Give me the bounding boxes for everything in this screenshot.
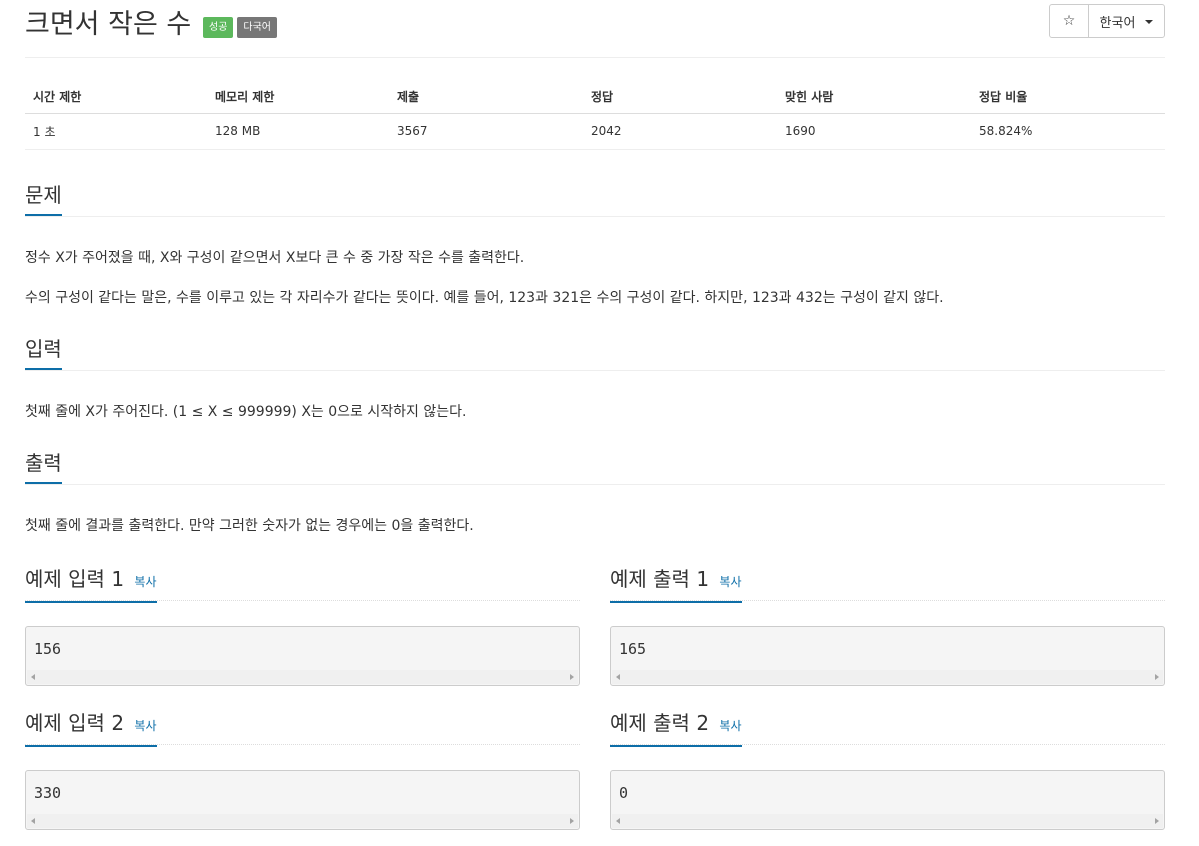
status-badge-multilang: 다국어: [237, 17, 278, 38]
sample-input-1: 예제 입력 1 복사 156: [25, 565, 580, 686]
problem-info-table: 시간 제한 메모리 제한 제출 정답 맞힌 사람 정답 비율 1 초 128 M…: [25, 80, 1165, 150]
table-cell: 2042: [583, 113, 777, 150]
sample-output-2-title: 예제 출력 2 복사: [610, 709, 742, 747]
table-cell: 58.824%: [971, 113, 1165, 150]
sample-input-2-value: 330: [34, 784, 62, 802]
copy-button[interactable]: 복사: [134, 719, 156, 733]
scroll-right-icon[interactable]: [570, 674, 574, 680]
sample-input-2: 예제 입력 2 복사 330: [25, 709, 580, 830]
problem-description-1: 정수 X가 주어졌을 때, X와 구성이 같으면서 X보다 큰 수 중 가장 작…: [25, 250, 525, 266]
scroll-right-icon[interactable]: [570, 818, 574, 824]
section-problem-title: 문제: [25, 181, 62, 216]
favorite-button[interactable]: ☆: [1050, 5, 1089, 37]
scroll-left-icon[interactable]: [616, 818, 620, 824]
table-header: 정답 비율: [971, 80, 1165, 114]
copy-button[interactable]: 복사: [719, 719, 741, 733]
copy-button[interactable]: 복사: [719, 575, 741, 589]
section-output-title: 출력: [25, 449, 62, 484]
table-header: 메모리 제한: [207, 80, 389, 114]
scroll-left-icon[interactable]: [31, 674, 35, 680]
star-icon: ☆: [1062, 13, 1076, 29]
sample-input-2-box[interactable]: 330: [25, 770, 580, 830]
table-header: 정답: [583, 80, 777, 114]
scroll-left-icon[interactable]: [616, 674, 620, 680]
horizontal-scrollbar[interactable]: [27, 670, 578, 684]
sample-output-2-value: 0: [619, 784, 629, 802]
sample-output-1-value: 165: [619, 640, 647, 658]
badge-group: 성공 다국어: [203, 17, 278, 38]
header-actions: ☆ 한국어: [1049, 4, 1165, 38]
sample-output-2-title-text: 예제 출력 2: [610, 711, 710, 735]
table-header: 제출: [389, 80, 583, 114]
scroll-right-icon[interactable]: [1155, 674, 1159, 680]
problem-header: 크면서 작은 수 성공 다국어 ☆ 한국어: [25, 0, 1165, 58]
table-row: 1 초 128 MB 3567 2042 1690 58.824%: [25, 113, 1165, 150]
table-cell: 1690: [777, 113, 971, 150]
section-input-title: 입력: [25, 335, 62, 370]
table-header-row: 시간 제한 메모리 제한 제출 정답 맞힌 사람 정답 비율: [25, 80, 1165, 114]
section-input-header: 입력: [25, 335, 1165, 371]
sample-output-1-box[interactable]: 165: [610, 626, 1165, 686]
copy-button[interactable]: 복사: [134, 575, 156, 589]
caret-down-icon: [1145, 20, 1154, 24]
language-dropdown[interactable]: 한국어: [1089, 5, 1164, 37]
output-description: 첫째 줄에 결과를 출력한다. 만약 그러한 숫자가 없는 경우에는 0을 출력…: [25, 518, 474, 534]
table-header: 시간 제한: [25, 80, 207, 114]
horizontal-scrollbar[interactable]: [612, 670, 1163, 684]
sample-input-1-title-text: 예제 입력 1: [25, 567, 125, 591]
sample-output-2: 예제 출력 2 복사 0: [610, 709, 1165, 830]
sample-input-2-header: 예제 입력 2 복사: [25, 709, 580, 747]
section-output-header: 출력: [25, 449, 1165, 485]
table-cell: 128 MB: [207, 113, 389, 150]
input-description: 첫째 줄에 X가 주어진다. (1 ≤ X ≤ 999999) X는 0으로 시…: [25, 404, 467, 420]
table-cell: 3567: [389, 113, 583, 150]
scroll-right-icon[interactable]: [1155, 818, 1159, 824]
sample-input-1-value: 156: [34, 640, 62, 658]
sample-input-2-title: 예제 입력 2 복사: [25, 709, 157, 747]
sample-output-2-header: 예제 출력 2 복사: [610, 709, 1165, 747]
table-cell: 1 초: [25, 113, 207, 150]
scroll-left-icon[interactable]: [31, 818, 35, 824]
problem-description-2: 수의 구성이 같다는 말은, 수를 이루고 있는 각 자리수가 같다는 뜻이다.…: [25, 290, 944, 306]
section-problem-header: 문제: [25, 181, 1165, 217]
sample-output-1-title: 예제 출력 1 복사: [610, 565, 742, 603]
status-badge-success: 성공: [203, 17, 234, 38]
sample-input-1-header: 예제 입력 1 복사: [25, 565, 580, 603]
sample-input-2-title-text: 예제 입력 2: [25, 711, 125, 735]
language-dropdown-label: 한국어: [1099, 15, 1136, 31]
horizontal-scrollbar[interactable]: [27, 814, 578, 828]
sample-input-1-box[interactable]: 156: [25, 626, 580, 686]
sample-output-1-header: 예제 출력 1 복사: [610, 565, 1165, 603]
sample-output-1: 예제 출력 1 복사 165: [610, 565, 1165, 686]
problem-page: 크면서 작은 수 성공 다국어 ☆ 한국어 시간 제한 메모리 제한 제출 정답…: [25, 0, 1165, 830]
horizontal-scrollbar[interactable]: [612, 814, 1163, 828]
page-title: 크면서 작은 수: [25, 9, 192, 40]
sample-output-2-box[interactable]: 0: [610, 770, 1165, 830]
sample-output-1-title-text: 예제 출력 1: [610, 567, 710, 591]
sample-input-1-title: 예제 입력 1 복사: [25, 565, 157, 603]
table-header: 맞힌 사람: [777, 80, 971, 114]
